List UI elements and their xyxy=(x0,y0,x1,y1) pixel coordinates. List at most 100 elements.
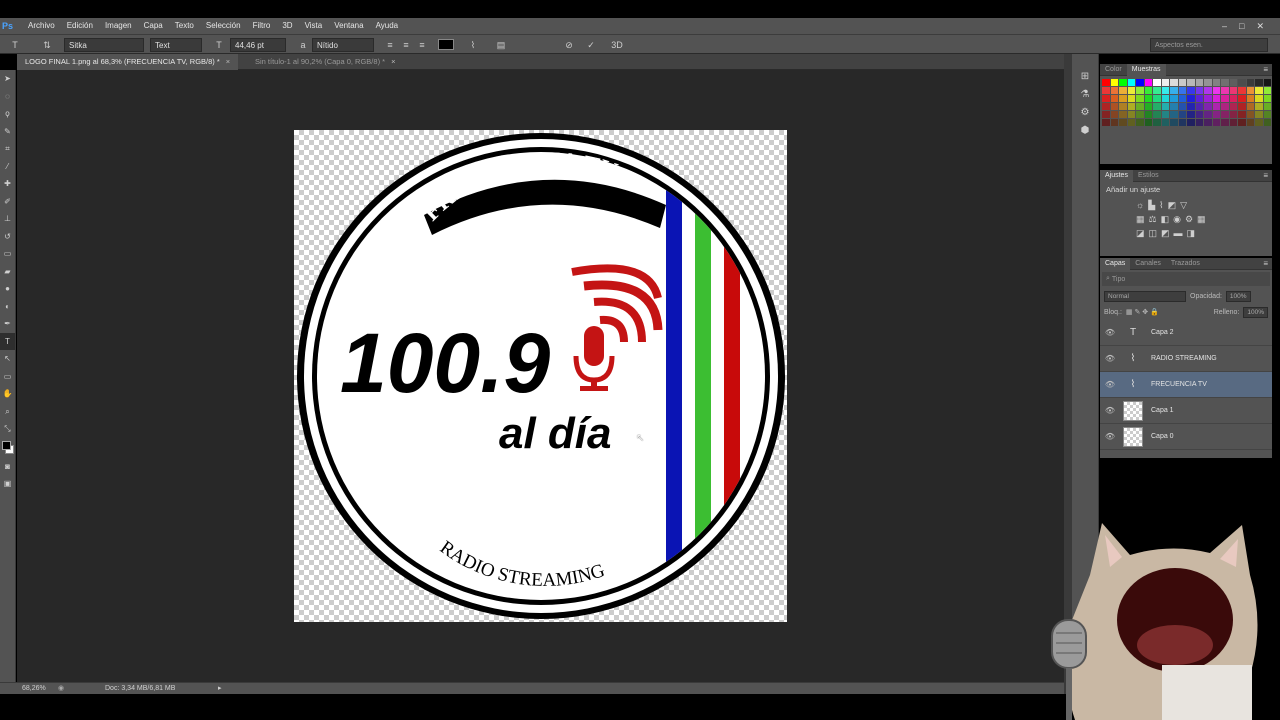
swatch-cell[interactable] xyxy=(1178,103,1186,110)
document-canvas[interactable]: FRECUENCIA TV 100.9 al día RADIO STREAMI… xyxy=(294,130,787,622)
swatch-cell[interactable] xyxy=(1102,87,1110,94)
levels-icon[interactable]: ▙ xyxy=(1148,200,1155,211)
commit-edit-icon[interactable]: ✓ xyxy=(584,38,598,52)
layer-row[interactable]: 👁 ⌇ RADIO STREAMING xyxy=(1100,346,1272,372)
swatch-cell[interactable] xyxy=(1255,79,1263,86)
swatch-cell[interactable] xyxy=(1255,119,1263,126)
swatch-cell[interactable] xyxy=(1102,111,1110,118)
swatch-cell[interactable] xyxy=(1144,87,1152,94)
swatch-cell[interactable] xyxy=(1195,119,1203,126)
screen-mode-icon[interactable]: ▣ xyxy=(0,475,15,493)
balance-icon[interactable]: ⚖ xyxy=(1149,214,1157,225)
swatches-grid[interactable] xyxy=(1102,76,1272,126)
swatch-cell[interactable] xyxy=(1238,95,1246,102)
hue-icon[interactable]: ▦ xyxy=(1136,214,1145,225)
menu-ayuda[interactable]: Ayuda xyxy=(370,18,405,34)
mixer-icon[interactable]: ⚙ xyxy=(1185,214,1193,225)
swatch-cell[interactable] xyxy=(1170,95,1178,102)
swatch-cell[interactable] xyxy=(1195,79,1203,86)
posterize-icon[interactable]: ◫ xyxy=(1149,228,1158,239)
swatch-cell[interactable] xyxy=(1153,79,1161,86)
swatch-cell[interactable] xyxy=(1246,103,1254,110)
tab-close-icon[interactable]: × xyxy=(391,57,395,66)
color-picker-swatches[interactable] xyxy=(0,438,15,458)
swatch-cell[interactable] xyxy=(1127,79,1135,86)
menu-texto[interactable]: Texto xyxy=(169,18,200,34)
pen-tool-icon[interactable]: ✒ xyxy=(0,315,15,333)
swatch-cell[interactable] xyxy=(1119,79,1127,86)
swatch-cell[interactable] xyxy=(1136,119,1144,126)
swatch-cell[interactable] xyxy=(1153,103,1161,110)
swatch-cell[interactable] xyxy=(1153,95,1161,102)
swatch-cell[interactable] xyxy=(1127,119,1135,126)
swatch-cell[interactable] xyxy=(1119,87,1127,94)
swatch-cell[interactable] xyxy=(1238,111,1246,118)
swatch-cell[interactable] xyxy=(1212,111,1220,118)
swatch-cell[interactable] xyxy=(1178,79,1186,86)
swatch-cell[interactable] xyxy=(1110,87,1118,94)
menu-capa[interactable]: Capa xyxy=(138,18,169,34)
foreground-color-swatch[interactable] xyxy=(2,440,11,450)
swatch-cell[interactable] xyxy=(1161,79,1169,86)
swatch-cell[interactable] xyxy=(1204,119,1212,126)
swatch-cell[interactable] xyxy=(1144,119,1152,126)
threshold-icon[interactable]: ◩ xyxy=(1161,228,1170,239)
swatch-cell[interactable] xyxy=(1221,87,1229,94)
hand-tool-icon[interactable]: ✋ xyxy=(0,385,15,403)
swatch-cell[interactable] xyxy=(1229,111,1237,118)
crop-tool-icon[interactable]: ⌗ xyxy=(0,140,15,158)
warp-text-icon[interactable]: ⌇ xyxy=(466,38,480,52)
swatch-cell[interactable] xyxy=(1153,119,1161,126)
3d-panel-icon[interactable]: ⬢ xyxy=(1072,122,1098,140)
brightness-icon[interactable]: ☼ xyxy=(1136,200,1144,211)
eye-icon[interactable]: 👁 xyxy=(1100,354,1120,363)
swatch-cell[interactable] xyxy=(1161,87,1169,94)
brush-tool-icon[interactable]: ✐ xyxy=(0,193,15,211)
lookup-icon[interactable]: ▦ xyxy=(1197,214,1206,225)
swatch-cell[interactable] xyxy=(1136,87,1144,94)
swatch-cell[interactable] xyxy=(1136,79,1144,86)
swatch-cell[interactable] xyxy=(1229,103,1237,110)
swatch-cell[interactable] xyxy=(1229,87,1237,94)
move-tool-icon[interactable]: ➤ xyxy=(0,70,15,88)
zoom-tool-icon[interactable]: ⌕ xyxy=(0,403,15,421)
vibrance-icon[interactable]: ▽ xyxy=(1180,200,1187,211)
opacity-input[interactable]: 100% xyxy=(1225,290,1251,302)
swatch-cell[interactable] xyxy=(1238,79,1246,86)
swatch-cell[interactable] xyxy=(1119,111,1127,118)
menu-archivo[interactable]: Archivo xyxy=(22,18,61,34)
swatch-cell[interactable] xyxy=(1255,103,1263,110)
font-family-select[interactable]: Sitka xyxy=(64,38,144,52)
swatch-cell[interactable] xyxy=(1127,87,1135,94)
swatch-cell[interactable] xyxy=(1195,87,1203,94)
align-left-icon[interactable]: ≡ xyxy=(383,38,397,52)
toggle-orientation-icon[interactable]: ⇅ xyxy=(40,38,54,52)
swatch-cell[interactable] xyxy=(1110,95,1118,102)
invert-icon[interactable]: ◪ xyxy=(1136,228,1145,239)
swatch-cell[interactable] xyxy=(1246,119,1254,126)
swatch-cell[interactable] xyxy=(1170,111,1178,118)
swatch-cell[interactable] xyxy=(1212,119,1220,126)
menu-edicion[interactable]: Edición xyxy=(61,18,99,34)
tab-swatches[interactable]: Muestras xyxy=(1126,63,1166,76)
history-brush-icon[interactable]: ↺ xyxy=(0,228,15,246)
swatch-cell[interactable] xyxy=(1144,111,1152,118)
swatch-cell[interactable] xyxy=(1178,111,1186,118)
swatch-cell[interactable] xyxy=(1187,111,1195,118)
swatch-cell[interactable] xyxy=(1238,103,1246,110)
tab-trazados[interactable]: Trazados xyxy=(1166,258,1205,270)
swatch-cell[interactable] xyxy=(1110,111,1118,118)
swatch-cell[interactable] xyxy=(1263,95,1271,102)
swatch-cell[interactable] xyxy=(1263,119,1271,126)
swatch-cell[interactable] xyxy=(1110,119,1118,126)
swatch-cell[interactable] xyxy=(1187,103,1195,110)
actions-panel-icon[interactable]: ⚗ xyxy=(1072,86,1098,104)
tab-ajustes[interactable]: Ajustes xyxy=(1100,169,1133,182)
curves-icon[interactable]: ⌇ xyxy=(1159,200,1163,211)
menu-vista[interactable]: Vista xyxy=(299,18,329,34)
eye-icon[interactable]: 👁 xyxy=(1100,432,1120,441)
swatch-cell[interactable] xyxy=(1246,111,1254,118)
swatch-cell[interactable] xyxy=(1102,119,1110,126)
align-center-icon[interactable]: ≡ xyxy=(399,38,413,52)
swatch-cell[interactable] xyxy=(1229,119,1237,126)
